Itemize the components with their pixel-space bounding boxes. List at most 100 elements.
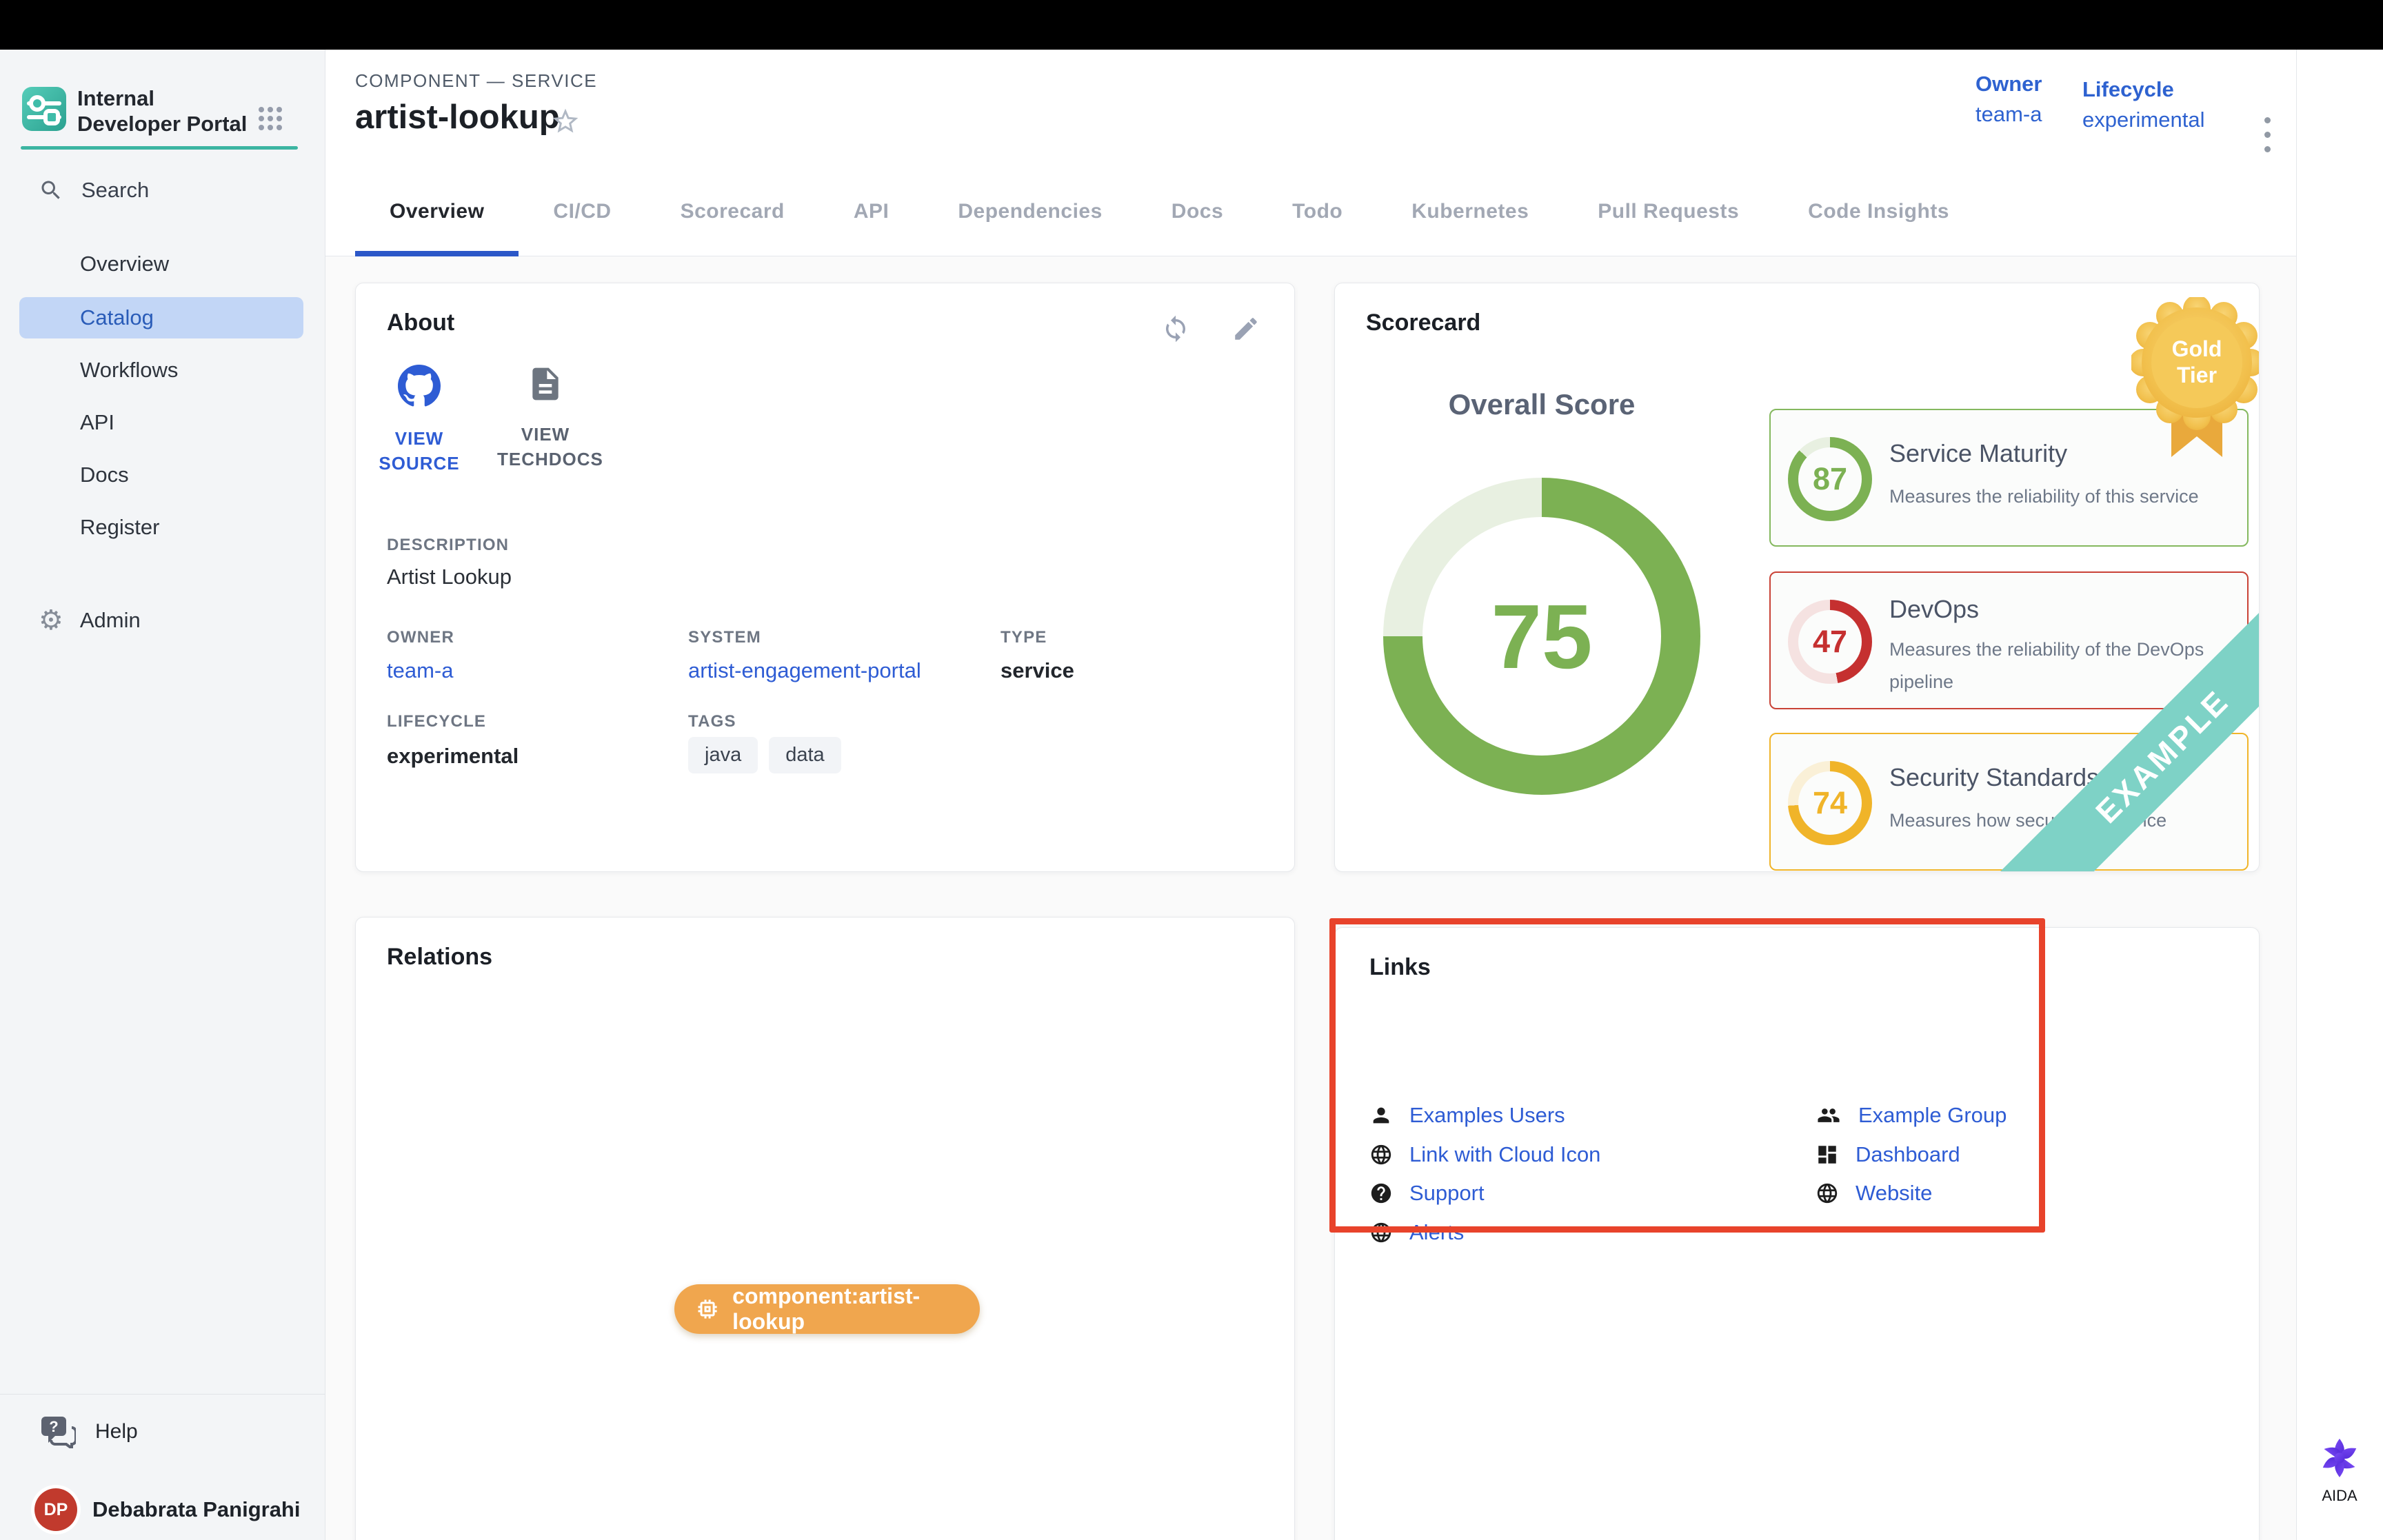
chip-icon bbox=[695, 1296, 720, 1322]
entity-header: COMPONENT — SERVICE artist-lookup Owner … bbox=[325, 50, 2296, 256]
favorite-star-icon[interactable] bbox=[550, 106, 581, 140]
tab-overview[interactable]: Overview bbox=[355, 172, 519, 256]
overall-score-value: 75 bbox=[1491, 585, 1593, 689]
app-root: Internal Developer Portal Search Overvie… bbox=[0, 0, 2383, 1540]
description-label: DESCRIPTION bbox=[387, 536, 509, 555]
tab-todo[interactable]: Todo bbox=[1258, 172, 1377, 256]
sidebar-item-overview[interactable]: Overview bbox=[19, 243, 303, 285]
aida-assistant-button[interactable]: AIDA bbox=[2312, 1437, 2367, 1505]
metric-card-devops[interactable]: 47 DevOps Measures the reliability of th… bbox=[1769, 571, 2249, 709]
badge-line2: Tier bbox=[2177, 363, 2217, 387]
link-dashboard[interactable]: Dashboard bbox=[1816, 1139, 1960, 1170]
links-title: Links bbox=[1369, 954, 1431, 981]
globe-icon bbox=[1369, 1221, 1393, 1244]
sidebar-item-workflows[interactable]: Workflows bbox=[19, 349, 303, 391]
about-card: About VIEW SOURCE bbox=[355, 283, 1295, 872]
dashboard-icon bbox=[1816, 1143, 1839, 1166]
system-label: SYSTEM bbox=[688, 628, 761, 647]
link-examples-users[interactable]: Examples Users bbox=[1369, 1100, 1565, 1131]
type-value: service bbox=[1001, 658, 1074, 683]
user-icon bbox=[1369, 1104, 1393, 1127]
tab-pull-requests[interactable]: Pull Requests bbox=[1563, 172, 1773, 256]
right-rail: AIDA bbox=[2296, 50, 2383, 1540]
tab-scorecard[interactable]: Scorecard bbox=[646, 172, 819, 256]
overall-score-label: Overall Score bbox=[1376, 388, 1707, 421]
link-example-group[interactable]: Example Group bbox=[1816, 1100, 2007, 1131]
owner-link[interactable]: team-a bbox=[387, 658, 453, 683]
relations-title: Relations bbox=[387, 944, 492, 971]
relations-node-component[interactable]: component:artist-lookup bbox=[674, 1284, 980, 1334]
gold-tier-badge: Gold Tier bbox=[2131, 297, 2260, 466]
relations-card: Relations component:artist-lookup bbox=[355, 917, 1295, 1540]
header-lifecycle[interactable]: Lifecycle experimental bbox=[2082, 77, 2204, 132]
main-area: COMPONENT — SERVICE artist-lookup Owner … bbox=[325, 50, 2296, 1540]
relations-node-label: component:artist-lookup bbox=[732, 1284, 980, 1335]
badge-line1: Gold bbox=[2172, 336, 2222, 361]
help-circle-icon bbox=[1369, 1182, 1393, 1205]
view-techdocs-button[interactable]: VIEW TECHDOCS bbox=[497, 365, 594, 472]
scorecard-title: Scorecard bbox=[1366, 310, 1480, 336]
lifecycle-label: LIFECYCLE bbox=[387, 712, 486, 731]
owner-label: OWNER bbox=[387, 628, 454, 647]
group-icon bbox=[1816, 1104, 1842, 1127]
type-label: TYPE bbox=[1001, 628, 1047, 647]
avatar: DP bbox=[34, 1488, 77, 1531]
tag-chip[interactable]: java bbox=[688, 737, 758, 773]
globe-icon bbox=[1816, 1182, 1839, 1205]
svg-text:?: ? bbox=[49, 1418, 58, 1435]
lifecycle-value: experimental bbox=[387, 744, 519, 769]
top-black-bar bbox=[0, 0, 2383, 50]
user-profile[interactable]: DP Debabrata Panigrahi bbox=[34, 1488, 310, 1532]
apps-grid-icon[interactable] bbox=[257, 105, 284, 136]
sidebar-accent-rule bbox=[21, 146, 298, 150]
aida-label: AIDA bbox=[2312, 1487, 2367, 1505]
github-icon bbox=[398, 365, 441, 407]
tab-code-insights[interactable]: Code Insights bbox=[1773, 172, 1984, 256]
link-website[interactable]: Website bbox=[1816, 1178, 1932, 1208]
breadcrumb: COMPONENT — SERVICE bbox=[355, 70, 597, 92]
sidebar-divider bbox=[0, 1394, 325, 1395]
tab-dependencies[interactable]: Dependencies bbox=[923, 172, 1136, 256]
search-label: Search bbox=[81, 178, 149, 203]
techdocs-doc-icon bbox=[526, 365, 565, 403]
sidebar: Internal Developer Portal Search Overvie… bbox=[0, 50, 325, 1540]
sidebar-search[interactable]: Search bbox=[39, 172, 301, 208]
link-support[interactable]: Support bbox=[1369, 1178, 1485, 1208]
link-alerts[interactable]: Alerts bbox=[1369, 1217, 1464, 1248]
tags-label: TAGS bbox=[688, 712, 736, 731]
tab-docs[interactable]: Docs bbox=[1137, 172, 1258, 256]
portal-title: Internal Developer Portal bbox=[77, 85, 250, 136]
sidebar-item-docs[interactable]: Docs bbox=[19, 454, 303, 496]
system-link[interactable]: artist-engagement-portal bbox=[688, 658, 921, 683]
sidebar-item-admin[interactable]: ⚙ Admin bbox=[39, 601, 301, 640]
tab-cicd[interactable]: CI/CD bbox=[519, 172, 645, 256]
aida-flower-icon bbox=[2318, 1437, 2361, 1479]
tag-chip[interactable]: data bbox=[769, 737, 841, 773]
help-button[interactable]: ? Help bbox=[40, 1413, 302, 1450]
view-source-button[interactable]: VIEW SOURCE bbox=[371, 365, 467, 476]
search-icon bbox=[39, 178, 63, 203]
description-value: Artist Lookup bbox=[387, 565, 512, 589]
scorecard-card: Scorecard Overall Score 75 bbox=[1334, 283, 2260, 872]
sidebar-item-catalog[interactable]: Catalog bbox=[19, 297, 303, 338]
tags-row: java data bbox=[688, 737, 852, 773]
about-title: About bbox=[387, 310, 454, 336]
tab-api[interactable]: API bbox=[819, 172, 924, 256]
edit-pencil-icon[interactable] bbox=[1231, 314, 1262, 345]
help-bubble-icon: ? bbox=[40, 1415, 76, 1448]
header-owner[interactable]: Owner team-a bbox=[1975, 72, 2042, 127]
link-cloud[interactable]: Link with Cloud Icon bbox=[1369, 1139, 1600, 1170]
sidebar-item-api[interactable]: API bbox=[19, 402, 303, 443]
entity-tabs: Overview CI/CD Scorecard API Dependencie… bbox=[355, 172, 1984, 256]
portal-logo-icon bbox=[22, 87, 66, 131]
refresh-icon[interactable] bbox=[1161, 314, 1192, 345]
links-card: Links Examples Users Link with Cloud Ico… bbox=[1334, 927, 2260, 1540]
overall-score-donut: 75 bbox=[1383, 478, 1700, 795]
sidebar-item-register[interactable]: Register bbox=[19, 507, 303, 548]
globe-icon bbox=[1369, 1143, 1393, 1166]
gear-icon: ⚙ bbox=[39, 607, 63, 634]
more-options-kebab[interactable] bbox=[2253, 117, 2281, 179]
tab-kubernetes[interactable]: Kubernetes bbox=[1377, 172, 1563, 256]
page-title: artist-lookup bbox=[355, 98, 560, 136]
user-name: Debabrata Panigrahi bbox=[92, 1497, 300, 1522]
